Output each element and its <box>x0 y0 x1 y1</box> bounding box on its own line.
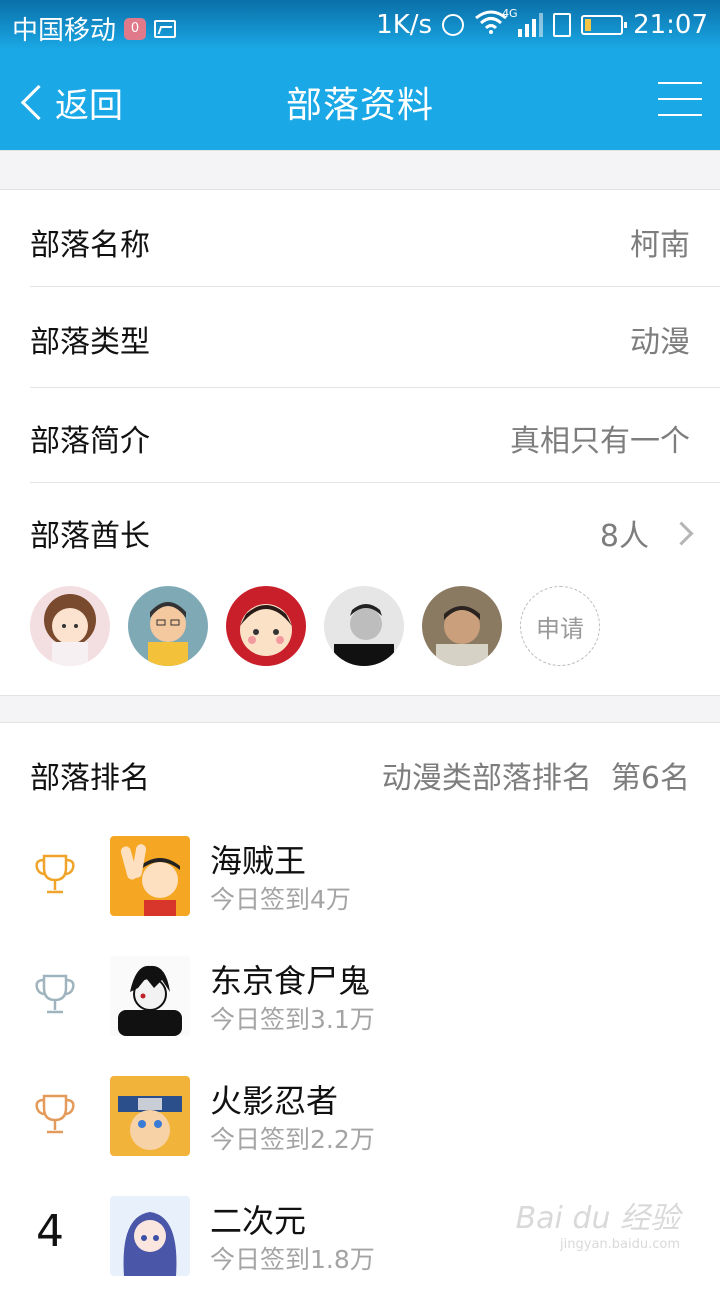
bronze-trophy-icon <box>35 1094 75 1134</box>
tribe-thumbnail <box>110 1196 190 1276</box>
avatar[interactable] <box>226 586 306 666</box>
tribe-signin-count: 今日签到2.2万 <box>210 1125 375 1154</box>
alarm-icon <box>442 14 465 36</box>
tribe-intro-row: 部落简介 真相只有一个 <box>0 388 720 482</box>
network-type: 4G <box>502 7 518 20</box>
tribe-name-row: 部落名称 柯南 <box>0 190 720 286</box>
tribe-title: 海贼王 <box>210 842 307 880</box>
tribe-thumbnail <box>110 1076 190 1156</box>
tribe-type-row: 部落类型 动漫 <box>0 287 720 387</box>
tribe-intro-label: 部落简介 <box>30 424 150 459</box>
carrier-label: 中国移动 <box>12 16 117 46</box>
tribe-intro-value: 真相只有一个 <box>510 424 690 459</box>
menu-icon <box>658 82 702 84</box>
list-item[interactable]: 东京食尸鬼 今日签到3.1万 <box>0 956 720 1056</box>
tribe-rank-label: 部落排名 <box>30 761 150 796</box>
tribe-thumbnail <box>110 956 190 1036</box>
tribe-signin-count: 今日签到4万 <box>210 885 351 914</box>
baidu-watermark: Bai du 经验 jingyan.baidu.com <box>516 1193 680 1252</box>
sim-alert-icon <box>553 13 572 37</box>
tribe-rank-row: 部落排名 动漫类部落排名 第6名 <box>0 723 720 823</box>
tribe-type-label: 部落类型 <box>30 325 150 360</box>
avatar[interactable] <box>422 586 502 666</box>
menu-button[interactable] <box>658 82 702 116</box>
nav-bar: 返回 部落资料 <box>0 50 720 150</box>
list-item[interactable]: 海贼王 今日签到4万 <box>0 836 720 936</box>
tribe-signin-count: 今日签到1.8万 <box>210 1245 375 1274</box>
gold-trophy-icon <box>35 854 75 894</box>
tribe-chiefs-label: 部落酋长 <box>30 519 150 554</box>
tribe-thumbnail <box>110 836 190 916</box>
watermark-brand: Bai du 经验 <box>515 1201 680 1236</box>
avatar[interactable] <box>324 586 404 666</box>
tribe-title: 火影忍者 <box>210 1082 339 1120</box>
tribe-title: 东京食尸鬼 <box>210 962 371 1000</box>
section-gap <box>0 695 720 723</box>
avatar[interactable] <box>128 586 208 666</box>
chief-avatar-list: 申请 <box>30 586 600 666</box>
silver-trophy-icon <box>35 974 75 1014</box>
list-item[interactable]: 火影忍者 今日签到2.2万 <box>0 1076 720 1176</box>
tribe-chiefs-row[interactable]: 部落酋长 8人 <box>0 483 720 579</box>
status-bar: 中国移动 0 1K/s 4G 21:07 <box>0 0 720 50</box>
apply-button[interactable]: 申请 <box>520 586 600 666</box>
section-gap <box>0 150 720 190</box>
avatar[interactable] <box>30 586 110 666</box>
tribe-rank-value: 动漫类部落排名 第6名 <box>382 753 690 797</box>
notification-badge-icon: 0 <box>124 17 147 40</box>
battery-icon <box>581 15 628 35</box>
rank-number: 4 <box>36 1206 64 1257</box>
clock: 21:07 <box>633 10 708 40</box>
tribe-chiefs-count: 8人 <box>599 511 694 555</box>
image-notification-icon <box>154 19 177 38</box>
tribe-type-value: 动漫 <box>630 325 690 360</box>
category-rank-text: 动漫类部落排名 <box>381 761 592 796</box>
tribe-name-value: 柯南 <box>630 228 690 263</box>
watermark-url: jingyan.baidu.com <box>560 1237 680 1252</box>
page-title: 部落资料 <box>285 85 434 126</box>
rank-position: 第6名 <box>610 761 690 796</box>
tribe-title: 二次元 <box>210 1202 307 1240</box>
tribe-name-label: 部落名称 <box>30 228 150 263</box>
tribe-signin-count: 今日签到3.1万 <box>210 1005 375 1034</box>
chevron-right-icon <box>669 521 694 546</box>
signal-icon: 4G <box>502 7 544 37</box>
chiefs-count-text: 8人 <box>599 519 649 554</box>
network-speed: 1K/s <box>376 10 433 40</box>
